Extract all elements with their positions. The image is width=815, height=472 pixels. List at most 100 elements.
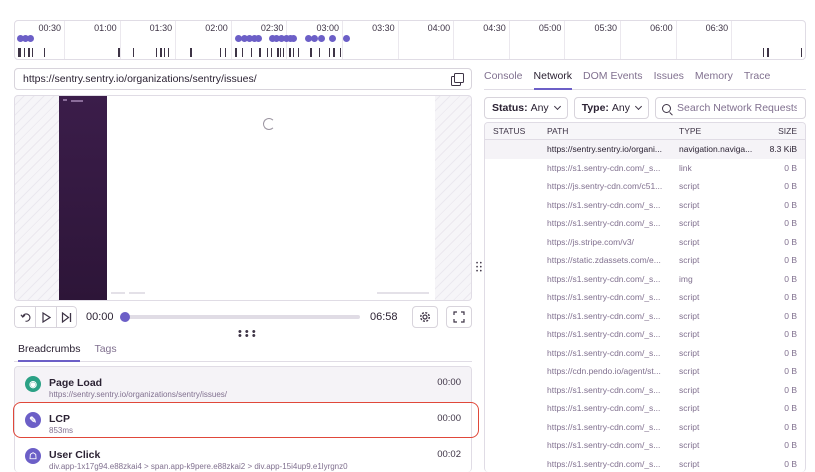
tab-network[interactable]: Network bbox=[533, 68, 573, 90]
column-size[interactable]: SIZE bbox=[763, 126, 805, 136]
timeline-event-dot[interactable] bbox=[329, 35, 336, 42]
timeline-label: 02:00 bbox=[205, 23, 228, 33]
network-row[interactable]: https://js.stripe.com/v3/script 0 B bbox=[485, 233, 805, 252]
timeline-event-bar bbox=[168, 48, 169, 57]
copy-icon[interactable] bbox=[451, 73, 464, 86]
network-row[interactable]: https://s1.sentry-cdn.com/_s... script 0 B bbox=[485, 381, 805, 400]
tab-issues[interactable]: Issues bbox=[654, 68, 684, 89]
timeline-label: 04:00 bbox=[427, 23, 451, 33]
timeline-event-dot[interactable] bbox=[27, 35, 34, 42]
row-type: script bbox=[679, 329, 700, 340]
settings-button[interactable] bbox=[412, 306, 438, 328]
breadcrumb-time[interactable]: 00:00 bbox=[437, 377, 461, 388]
gear-icon bbox=[419, 311, 431, 323]
network-row[interactable]: https://sentry.sentry.io/organi... naviga… bbox=[485, 140, 805, 159]
column-path[interactable]: PATH bbox=[543, 126, 675, 136]
timeline-tick bbox=[620, 21, 621, 59]
scrubber[interactable] bbox=[120, 312, 360, 322]
timeline-tick bbox=[564, 21, 566, 59]
row-size: 0 B bbox=[784, 329, 797, 340]
timeline-event-bar bbox=[293, 48, 294, 57]
timeline-label: 01:00 bbox=[94, 23, 117, 33]
row-type: script bbox=[679, 292, 700, 303]
scrubber-handle[interactable] bbox=[120, 312, 130, 322]
timeline-tick bbox=[508, 21, 510, 59]
restart-icon bbox=[19, 312, 30, 322]
row-path: https://s1.sentry-cdn.com/_s... bbox=[547, 384, 661, 395]
restart-button[interactable] bbox=[14, 306, 35, 328]
network-row[interactable]: https://s1.sentry-cdn.com/_s... script 0 B bbox=[485, 455, 805, 472]
network-row[interactable]: https://s1.sentry-cdn.com/_s... script 0 B bbox=[485, 288, 805, 307]
row-path: https://s1.sentry-cdn.com/_s... bbox=[547, 162, 661, 173]
type-filter[interactable]: Type: Any bbox=[573, 97, 650, 119]
play-button[interactable] bbox=[35, 306, 56, 328]
network-row[interactable]: https://cdn.pendo.io/agent/st... script 0 … bbox=[485, 362, 805, 381]
row-type: script bbox=[679, 199, 700, 210]
replay-frame bbox=[59, 96, 435, 300]
resize-handle-vertical[interactable]: • • • • • • bbox=[476, 261, 482, 275]
network-search[interactable] bbox=[655, 97, 806, 119]
timeline-event-bar bbox=[767, 48, 769, 57]
status-filter[interactable]: Status: Any bbox=[484, 97, 568, 119]
column-type[interactable]: TYPE bbox=[675, 126, 763, 136]
timeline-event-bar bbox=[289, 48, 291, 57]
timeline-event-bar bbox=[298, 48, 299, 57]
tab-memory[interactable]: Memory bbox=[695, 68, 733, 89]
breadcrumb-item[interactable]: ◉ Page Load https://sentry.sentry.io/organ… bbox=[15, 367, 471, 403]
network-row[interactable]: https://s1.sentry-cdn.com/_s... script 0 B bbox=[485, 307, 805, 326]
timeline-event-bar bbox=[133, 48, 134, 57]
network-row[interactable]: https://s1.sentry-cdn.com/_s... script 0 B bbox=[485, 325, 805, 344]
timeline-tick bbox=[230, 21, 232, 59]
timeline-event-dot[interactable] bbox=[343, 35, 350, 42]
row-path: https://s1.sentry-cdn.com/_s... bbox=[547, 440, 661, 451]
tab-tags[interactable]: Tags bbox=[94, 340, 116, 361]
timeline-event-dot[interactable] bbox=[311, 35, 318, 42]
tab-trace[interactable]: Trace bbox=[744, 68, 770, 89]
row-type: script bbox=[679, 255, 700, 266]
network-row[interactable]: https://static.zdassets.com/e... script 0 … bbox=[485, 251, 805, 270]
row-path: https://s1.sentry-cdn.com/_s... bbox=[547, 273, 661, 284]
timeline-event-dot[interactable] bbox=[255, 35, 262, 42]
replay-timeline[interactable]: 00:30 01:00 01:30 02:00 02:30 03:00 03:30 04:00… bbox=[14, 20, 806, 60]
network-row[interactable]: https://s1.sentry-cdn.com/_s... script 0 B bbox=[485, 344, 805, 363]
network-row[interactable]: https://s1.sentry-cdn.com/_s... script 0 B bbox=[485, 418, 805, 437]
fullscreen-button[interactable] bbox=[446, 306, 472, 328]
network-row[interactable]: https://s1.sentry-cdn.com/_s... img 0 B bbox=[485, 270, 805, 289]
network-search-input[interactable] bbox=[677, 102, 798, 114]
timeline-tick bbox=[175, 21, 177, 59]
timeline-event-bar bbox=[235, 48, 237, 57]
breadcrumb-item[interactable]: ☖ User Click div.app-1x17g94.e88zkai4 > sp… bbox=[15, 439, 471, 472]
network-row[interactable]: https://js.sentry-cdn.com/c51... script 0 … bbox=[485, 177, 805, 196]
row-path: https://cdn.pendo.io/agent/st... bbox=[547, 366, 661, 377]
column-status[interactable]: STATUS bbox=[485, 126, 543, 136]
timeline-event-bar bbox=[319, 48, 320, 57]
network-row[interactable]: https://s1.sentry-cdn.com/_s... link 0 B bbox=[485, 159, 805, 178]
row-size: 0 B bbox=[784, 273, 797, 284]
tab-console[interactable]: Console bbox=[484, 68, 523, 89]
network-table-header: STATUS PATH TYPE SIZE bbox=[485, 123, 805, 140]
row-type: script bbox=[679, 421, 700, 432]
row-size: 0 B bbox=[784, 403, 797, 414]
row-path: https://s1.sentry-cdn.com/_s... bbox=[547, 347, 661, 358]
row-type: link bbox=[679, 162, 692, 173]
timeline-event-dot[interactable] bbox=[318, 35, 325, 42]
timeline-event-dot[interactable] bbox=[290, 35, 297, 42]
breadcrumb-time[interactable]: 00:02 bbox=[437, 449, 461, 460]
timeline-tick bbox=[397, 21, 399, 59]
resize-handle-horizontal[interactable]: • • • • • • bbox=[238, 327, 256, 342]
network-row[interactable]: https://s1.sentry-cdn.com/_s... script 0 B bbox=[485, 196, 805, 215]
next-button[interactable] bbox=[56, 306, 77, 328]
replay-viewport[interactable] bbox=[14, 95, 472, 301]
timeline-event-bar bbox=[283, 48, 284, 57]
network-row[interactable]: https://s1.sentry-cdn.com/_s... script 0 B bbox=[485, 436, 805, 455]
row-type: script bbox=[679, 384, 700, 395]
tab-breadcrumbs[interactable]: Breadcrumbs bbox=[18, 340, 81, 362]
tab-dom-events[interactable]: DOM Events bbox=[583, 68, 643, 89]
status-filter-label: Status: bbox=[492, 102, 528, 114]
row-size: 0 B bbox=[784, 236, 797, 247]
fullscreen-icon bbox=[453, 311, 465, 323]
network-row[interactable]: https://s1.sentry-cdn.com/_s... script 0 B bbox=[485, 214, 805, 233]
network-row[interactable]: https://s1.sentry-cdn.com/_s... script 0 B bbox=[485, 399, 805, 418]
row-size: 0 B bbox=[784, 421, 797, 432]
row-size: 0 B bbox=[784, 458, 797, 469]
